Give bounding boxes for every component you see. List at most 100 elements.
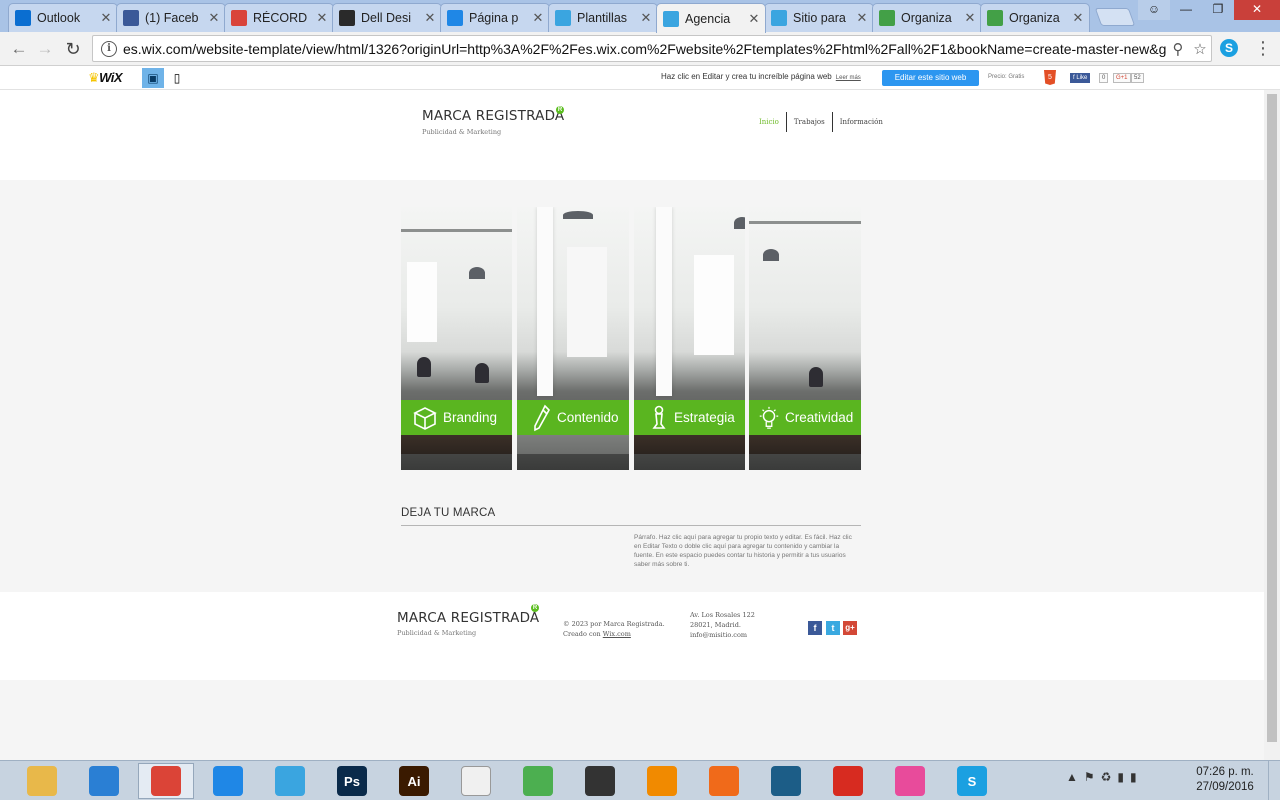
user-icon[interactable]: ☺ bbox=[1138, 0, 1170, 20]
browser-tab[interactable]: Organiza ✕ bbox=[980, 3, 1090, 32]
tab-close-icon[interactable]: ✕ bbox=[207, 10, 221, 26]
network-icon[interactable]: ▮ bbox=[1130, 770, 1137, 790]
forward-arrow-icon[interactable]: → bbox=[34, 38, 56, 60]
close-window-button[interactable]: ✕ bbox=[1234, 0, 1280, 20]
taskbar-helm[interactable] bbox=[696, 763, 752, 799]
browser-tab[interactable]: RÉCORD ✕ bbox=[224, 3, 334, 32]
internet-explorer-icon bbox=[89, 766, 119, 796]
browser-tab[interactable]: Outlook ✕ bbox=[8, 3, 118, 32]
facebook-like-button[interactable]: f Like bbox=[1070, 73, 1091, 83]
webcam-icon bbox=[585, 766, 615, 796]
minimize-button[interactable]: — bbox=[1170, 0, 1202, 20]
desktop-view-icon[interactable]: ▣ bbox=[142, 68, 164, 88]
taskbar-sketchup[interactable] bbox=[820, 763, 876, 799]
taskbar-internet-explorer[interactable] bbox=[76, 763, 132, 799]
site-info-icon[interactable]: i bbox=[101, 40, 117, 57]
taskbar-chrome[interactable] bbox=[138, 763, 194, 799]
browser-menu-icon[interactable]: ⋮ bbox=[1254, 38, 1272, 58]
taskbar-sketchup-layout[interactable] bbox=[510, 763, 566, 799]
footer-registered-icon: R bbox=[531, 604, 539, 612]
bookmark-star-icon[interactable]: ☆ bbox=[1189, 40, 1211, 58]
tab-close-icon[interactable]: ✕ bbox=[1071, 10, 1085, 26]
panel-label-creatividad: Creatividad bbox=[785, 410, 854, 425]
tab-close-icon[interactable]: ✕ bbox=[639, 10, 653, 26]
tab-close-icon[interactable]: ✕ bbox=[531, 10, 545, 26]
taskbar-illustrator[interactable]: Ai bbox=[386, 763, 442, 799]
back-arrow-icon[interactable]: ← bbox=[8, 38, 30, 60]
taskbar-skype[interactable]: S bbox=[944, 763, 1000, 799]
browser-tab[interactable]: Dell Desi ✕ bbox=[332, 3, 442, 32]
sketchbook-icon bbox=[275, 766, 305, 796]
panel-estrategia[interactable]: Estrategia bbox=[634, 207, 745, 470]
browser-tab[interactable]: Agencia ✕ bbox=[656, 3, 766, 33]
search-icon[interactable]: ⚲ bbox=[1167, 40, 1189, 58]
page-scrollbar[interactable] bbox=[1264, 90, 1280, 760]
url-text[interactable]: es.wix.com/website-template/view/html/13… bbox=[123, 41, 1167, 57]
nav-item-inicio[interactable]: Inicio bbox=[752, 112, 786, 132]
browser-tab[interactable]: Plantillas ✕ bbox=[548, 3, 658, 32]
tab-close-icon[interactable]: ✕ bbox=[423, 10, 437, 26]
footer-tagline: Publicidad & Marketing bbox=[397, 629, 477, 637]
taskbar-avast[interactable] bbox=[634, 763, 690, 799]
google-plus-icon[interactable]: g+ bbox=[843, 621, 857, 635]
footer-email: info@misitio.com bbox=[690, 631, 748, 639]
taskbar-brackets[interactable] bbox=[758, 763, 814, 799]
address-bar[interactable]: i es.wix.com/website-template/view/html/… bbox=[92, 35, 1212, 62]
tab-close-icon[interactable]: ✕ bbox=[99, 10, 113, 26]
taskbar-notepad[interactable] bbox=[448, 763, 504, 799]
wix-link[interactable]: Wix.com bbox=[603, 630, 631, 638]
sync-icon[interactable]: ♻ bbox=[1101, 770, 1112, 790]
html5-icon: 5 bbox=[1044, 70, 1056, 85]
clock[interactable]: 07:26 p. m. 27/09/2016 bbox=[1192, 765, 1258, 795]
wix-logo[interactable]: ♛WiX bbox=[88, 70, 123, 86]
facebook-icon[interactable]: f bbox=[808, 621, 822, 635]
skype-extension-icon[interactable]: S bbox=[1220, 39, 1238, 57]
tab-close-icon[interactable]: ✕ bbox=[747, 11, 761, 27]
browser-tab[interactable]: Sitio para ✕ bbox=[764, 3, 874, 32]
twitter-icon[interactable]: t bbox=[826, 621, 840, 635]
panel-label-branding: Branding bbox=[443, 410, 498, 425]
browser-tab[interactable]: (1) Faceb ✕ bbox=[116, 3, 226, 32]
panel-band-branding[interactable]: Branding bbox=[401, 400, 512, 435]
scrollbar-thumb[interactable] bbox=[1267, 94, 1277, 742]
panel-creatividad[interactable]: Creatividad bbox=[749, 207, 861, 470]
edit-site-button[interactable]: Editar este sitio web bbox=[882, 70, 979, 86]
wix-preview-bar: ♛WiX ▣ ▯ Haz clic en Editar y crea tu in… bbox=[0, 66, 1280, 90]
panel-band-creatividad[interactable]: Creatividad bbox=[749, 400, 861, 435]
nav-item-informacion[interactable]: Información bbox=[831, 112, 890, 132]
nav-item-trabajos[interactable]: Trabajos bbox=[785, 112, 832, 132]
battery-icon[interactable]: ▮ bbox=[1117, 770, 1124, 790]
browser-tab[interactable]: Página p ✕ bbox=[440, 3, 550, 32]
panel-branding[interactable]: Branding bbox=[401, 207, 512, 470]
tab-close-icon[interactable]: ✕ bbox=[855, 10, 869, 26]
helm-icon bbox=[709, 766, 739, 796]
reload-icon[interactable]: ↻ bbox=[62, 38, 84, 60]
browser-tab[interactable]: Organiza ✕ bbox=[872, 3, 982, 32]
panel-band-contenido[interactable]: Contenido bbox=[517, 400, 629, 435]
tab-close-icon[interactable]: ✕ bbox=[963, 10, 977, 26]
copyright-text: © 2023 por Marca Registrada. bbox=[563, 620, 665, 628]
panel-band-estrategia[interactable]: Estrategia bbox=[634, 400, 745, 435]
taskbar-file-explorer[interactable] bbox=[14, 763, 70, 799]
read-more-link[interactable]: Leer más bbox=[836, 75, 861, 81]
brand-title[interactable]: MARCA REGISTRADA bbox=[422, 108, 564, 124]
taskbar-webcam[interactable] bbox=[572, 763, 628, 799]
tab-close-icon[interactable]: ✕ bbox=[315, 10, 329, 26]
taskbar-sketchbook[interactable] bbox=[262, 763, 318, 799]
plus-icon bbox=[879, 10, 895, 26]
new-tab-button[interactable] bbox=[1094, 8, 1136, 26]
maximize-button[interactable]: ❐ bbox=[1202, 0, 1234, 20]
taskbar-dropbox[interactable] bbox=[200, 763, 256, 799]
gplus-button[interactable]: G+1 bbox=[1113, 73, 1131, 83]
box-icon bbox=[411, 404, 439, 432]
taskbar-itunes[interactable] bbox=[882, 763, 938, 799]
panel-contenido[interactable]: Contenido bbox=[517, 207, 629, 470]
wix-logo-text: WiX bbox=[99, 70, 123, 85]
flag-icon[interactable]: ⚑ bbox=[1084, 770, 1095, 790]
mobile-view-icon[interactable]: ▯ bbox=[166, 68, 188, 88]
taskbar-photoshop[interactable]: Ps bbox=[324, 763, 380, 799]
outlook-icon bbox=[15, 10, 31, 26]
wix-message: Haz clic en Editar y crea tu increíble p… bbox=[661, 72, 861, 81]
show-desktop-button[interactable] bbox=[1268, 760, 1280, 800]
tray-expand-icon[interactable]: ▲ bbox=[1066, 770, 1078, 790]
